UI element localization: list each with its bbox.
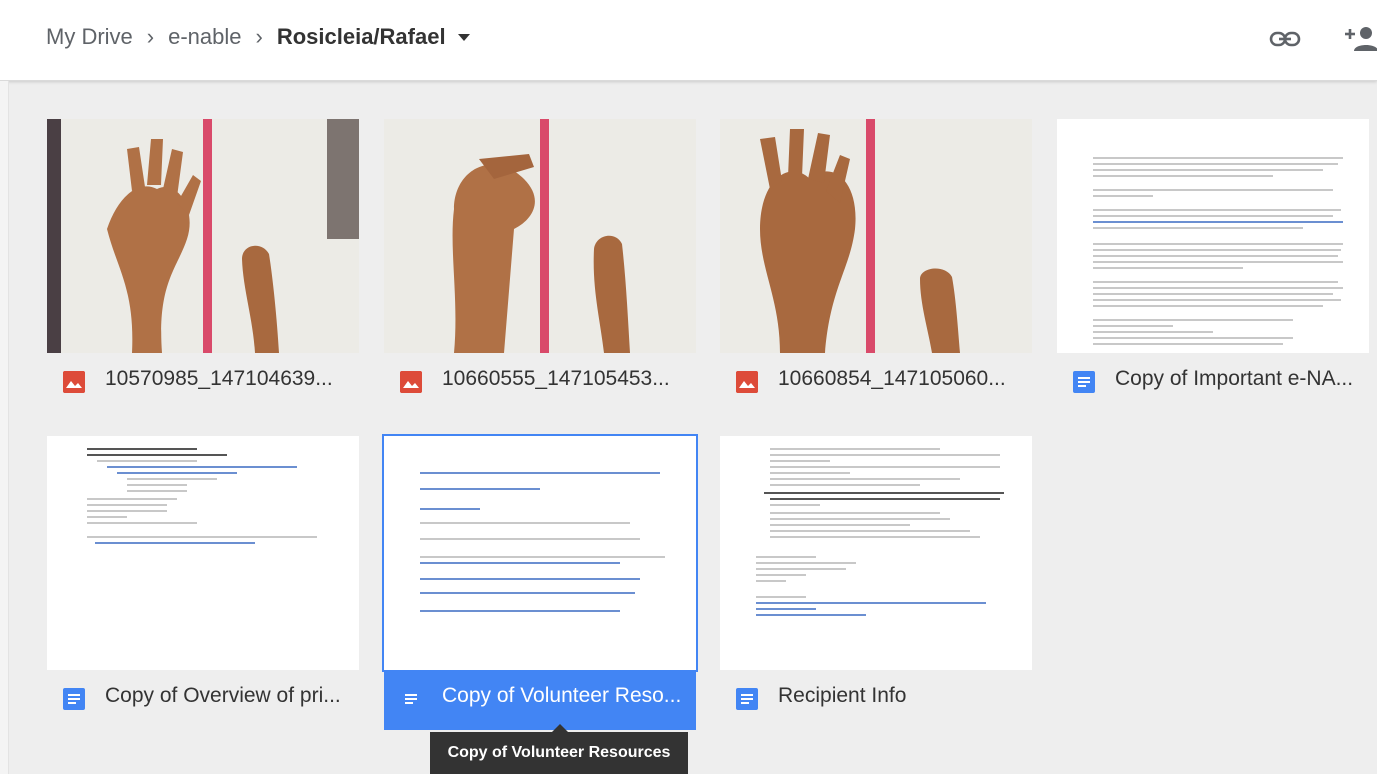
file-name: Copy of Volunteer Reso... [442, 684, 682, 707]
doc-preview [384, 436, 696, 670]
file-name: Copy of Overview of pri... [105, 684, 341, 707]
file-label: Copy of Important e-NA... [1057, 353, 1369, 413]
dropdown-caret-icon[interactable] [457, 33, 470, 41]
file-label: Recipient Info [720, 670, 1032, 730]
filename-tooltip: Copy of Volunteer Resources [430, 724, 688, 774]
doc-icon [1073, 371, 1095, 393]
photo-thumbnail [47, 119, 359, 353]
doc-icon [736, 688, 758, 710]
sidebar-edge [0, 81, 9, 774]
file-thumbnail [47, 436, 359, 670]
file-name: Recipient Info [778, 684, 907, 707]
doc-preview [47, 436, 359, 670]
file-thumbnail [720, 119, 1032, 353]
file-thumbnail [382, 434, 698, 672]
doc-preview [1057, 119, 1369, 353]
top-bar: My Drive › e-nable › Rosicleia/Rafael [0, 0, 1377, 81]
photo-thumbnail [720, 119, 1032, 353]
doc-icon [63, 688, 85, 710]
file-thumbnail [720, 436, 1032, 670]
file-name: 10660555_147105453... [442, 367, 670, 390]
breadcrumb: My Drive › e-nable › Rosicleia/Rafael [46, 24, 470, 50]
doc-icon [400, 688, 422, 710]
file-label: 10570985_147104639... [47, 353, 359, 413]
image-icon [736, 371, 758, 393]
link-icon[interactable] [1268, 24, 1302, 54]
image-icon [400, 371, 422, 393]
breadcrumb-current-folder[interactable]: Rosicleia/Rafael [277, 24, 446, 50]
chevron-right-icon: › [146, 24, 155, 49]
doc-preview [720, 436, 1032, 670]
file-thumbnail [47, 119, 359, 353]
file-label: Copy of Volunteer Reso... [384, 670, 696, 730]
file-name: Copy of Important e-NA... [1115, 367, 1354, 390]
photo-thumbnail [384, 119, 696, 353]
add-person-icon[interactable] [1343, 24, 1377, 56]
chevron-right-icon: › [255, 24, 263, 49]
file-thumbnail [1057, 119, 1369, 353]
file-thumbnail [384, 119, 696, 353]
file-label: 10660854_147105060... [720, 353, 1032, 413]
file-name: 10570985_147104639... [105, 367, 333, 390]
breadcrumb-e-nable[interactable]: e-nable [168, 24, 241, 50]
image-icon [63, 371, 85, 393]
file-label: Copy of Overview of pri... [47, 670, 359, 730]
file-label: 10660555_147105453... [384, 353, 696, 413]
breadcrumb-my-drive[interactable]: My Drive [46, 24, 133, 50]
file-name: 10660854_147105060... [778, 367, 1006, 390]
